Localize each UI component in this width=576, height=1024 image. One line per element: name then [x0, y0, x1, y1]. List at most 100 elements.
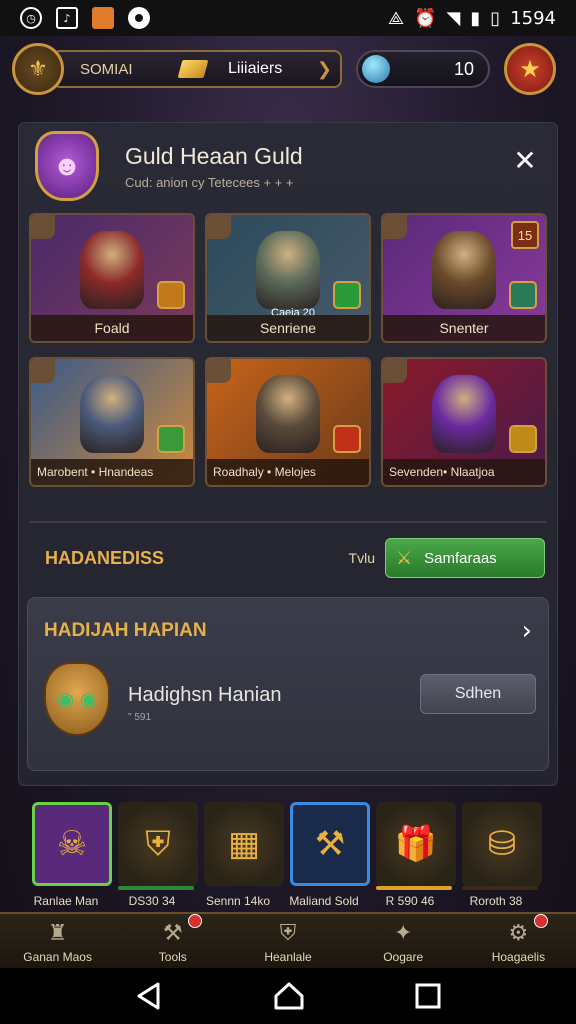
treasure-icon: ⛁	[462, 802, 542, 886]
hero-card[interactable]: Foald	[29, 213, 195, 343]
app-icon	[92, 7, 114, 29]
item-progress-bar	[462, 886, 538, 890]
inventory-item[interactable]: ☠ Ranlae Man	[24, 798, 112, 912]
featured-card[interactable]: HADIJAH HAPIAN › ◉ ◉ Hadighsn Hanian " 5…	[27, 597, 549, 771]
gold-bar-icon	[177, 60, 209, 78]
item-label: Sennn 14ko	[205, 894, 271, 908]
vibrate-icon: ⟁	[388, 7, 405, 29]
circle-icon	[128, 7, 150, 29]
hero-badge-icon	[157, 281, 185, 309]
back-icon[interactable]	[134, 981, 164, 1011]
nav-label: Oogare	[383, 950, 424, 964]
rank-corner-icon	[31, 215, 55, 239]
wifi-icon: ◥	[446, 7, 461, 29]
player-emblem-icon[interactable]: ⚜	[12, 43, 64, 95]
rank-corner-icon	[207, 359, 231, 383]
nav-tab[interactable]: ✦ Oogare	[346, 914, 461, 968]
home-icon[interactable]	[273, 981, 305, 1011]
status-time: 1594	[510, 7, 556, 29]
green-action-button[interactable]: ⚔ Samfaraas	[385, 538, 545, 578]
sword-icon: ⚔	[396, 547, 413, 568]
nav-tab[interactable]: ♜ Ganan Maos	[0, 914, 115, 968]
item-label: Roroth 38	[469, 894, 523, 908]
hero-badge-icon	[157, 425, 185, 453]
status-left-icons: ◷ ♪	[20, 7, 150, 29]
hero-card[interactable]: Snenter 15	[381, 213, 547, 343]
hero-level-badge: 15	[511, 221, 539, 249]
hero-card[interactable]: Marobent • Hnandeas	[29, 357, 195, 487]
inventory-item[interactable]: ⛨ DS30 34	[110, 798, 198, 912]
inventory-item[interactable]: ⚒ Maliand Sold	[282, 798, 370, 912]
gold-resource[interactable]: SOMIAI Liiiaiers ❯	[52, 50, 342, 88]
section-title: HADANEDISS	[45, 547, 165, 568]
hero-badge-icon	[333, 281, 361, 309]
hero-card[interactable]: Roadhaly • Melojes	[205, 357, 371, 487]
hero-name: Foald	[31, 315, 193, 341]
green-button-label: Samfaraas	[424, 549, 497, 567]
item-label: R 590 46	[385, 894, 435, 908]
arrow-right-icon: ❯	[316, 58, 332, 79]
cash-bundle-icon: ▦	[204, 802, 284, 886]
hero-grid: Foald Caeia 20 Senriene Snenter 15 Marob…	[29, 213, 549, 487]
item-label: DS30 34	[128, 894, 176, 908]
guild-header: ☻ Guld Heaan Guld Cud: anion cy Tetecees…	[19, 123, 557, 209]
resource-label: SOMIAI	[80, 60, 133, 78]
rank-corner-icon	[207, 215, 231, 239]
inventory-item[interactable]: ⛁ Roroth 38	[454, 798, 542, 912]
featured-name: Hadighsn Hanian	[128, 684, 282, 706]
hero-name: Roadhaly • Melojes	[207, 459, 369, 485]
hero-portrait-icon	[432, 375, 496, 453]
section-small-label: Tvlu	[348, 550, 375, 566]
nav-tab[interactable]: ⛨ Heanlale	[230, 914, 345, 968]
demon-mask-icon: ☠	[32, 802, 112, 886]
inventory-item[interactable]: ▦ Sennn 14ko	[196, 798, 284, 912]
star-button[interactable]: ★	[504, 43, 556, 95]
inventory-item[interactable]: 🎁 R 590 46	[368, 798, 456, 912]
hero-card[interactable]: Sevenden• Nlaatjoa	[381, 357, 547, 487]
notification-dot	[188, 914, 203, 928]
hammer-icon: ⚒	[162, 920, 183, 945]
item-strip: ☠ Ranlae Man ⛨ DS30 34 ▦ Sennn 14ko ⚒ Ma…	[24, 798, 552, 912]
resource-bar: ⚜ SOMIAI Liiiaiers ❯ 10 ★	[12, 40, 564, 98]
weapon-icon: ⚒	[290, 802, 370, 886]
close-button[interactable]: ✕	[511, 147, 539, 175]
guild-subtitle: Cud: anion cy Tetecees + + +	[125, 175, 294, 190]
item-label: Ranlae Man	[33, 894, 99, 908]
chevron-right-icon[interactable]: ›	[522, 616, 532, 646]
item-progress-bar	[376, 886, 452, 890]
divider	[29, 521, 547, 523]
signal-icon: ▮	[470, 7, 481, 29]
castle-icon: ♜	[47, 920, 68, 945]
hero-portrait-icon	[80, 231, 144, 309]
featured-title: HADIJAH HAPIAN	[44, 620, 207, 641]
gem-value: 10	[453, 58, 474, 79]
nav-tab[interactable]: ⚒ Tools	[115, 914, 230, 968]
gem-resource[interactable]: 10	[356, 50, 490, 88]
nav-label: Tools	[158, 950, 187, 964]
hero-portrait-icon	[80, 375, 144, 453]
nav-label: Ganan Maos	[23, 950, 92, 964]
nav-tab[interactable]: ⚙ Hoagaelis	[461, 914, 576, 968]
featured-meta: " 591	[128, 712, 152, 723]
golden-mask-icon: ◉ ◉	[44, 662, 110, 736]
star-wand-icon: ✦	[393, 920, 413, 945]
notification-dot	[534, 914, 549, 928]
bottom-nav: ♜ Ganan Maos ⚒ Tools ⛨ Heanlale ✦ Oogare…	[0, 912, 576, 968]
section-row: HADANEDISS Tvlu ⚔ Samfaraas	[19, 533, 557, 583]
status-bar: ◷ ♪ ⟁ ⏰ ◥ ▮ ▯ 1594	[0, 0, 576, 36]
hero-portrait-icon	[256, 375, 320, 453]
guild-panel: ☻ Guld Heaan Guld Cud: anion cy Tetecees…	[18, 122, 558, 786]
hero-card[interactable]: Caeia 20 Senriene	[205, 213, 371, 343]
hero-badge-icon	[509, 425, 537, 453]
rank-corner-icon	[383, 215, 407, 239]
hero-name: Senriene	[207, 315, 369, 341]
gold-label: Liiiaiers	[228, 60, 283, 77]
select-button[interactable]: Sdhen	[420, 674, 536, 714]
guild-crest-icon: ☻	[35, 131, 99, 201]
recents-icon[interactable]	[414, 982, 442, 1010]
battery-icon: ▯	[490, 7, 501, 29]
hero-portrait-icon	[256, 231, 320, 309]
rank-corner-icon	[383, 359, 407, 383]
android-nav-bar	[0, 968, 576, 1024]
item-label: Maliand Sold	[289, 894, 359, 908]
